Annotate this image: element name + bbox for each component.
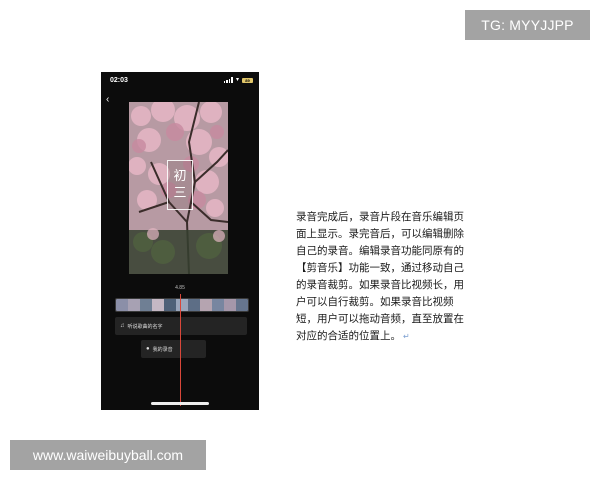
video-filmstrip[interactable] bbox=[115, 298, 249, 312]
music-track[interactable]: ♫ 听说歌曲的名字 bbox=[115, 317, 247, 335]
film-thumbnail bbox=[128, 299, 140, 311]
microphone-icon: ● bbox=[146, 346, 150, 352]
film-thumbnail bbox=[140, 299, 152, 311]
description-line: 短，用户可以拖动音频，直至放置在 bbox=[296, 313, 464, 325]
voice-recording-track[interactable]: ● 我的录音 bbox=[141, 340, 206, 358]
film-thumbnail bbox=[116, 299, 128, 311]
film-thumbnail bbox=[188, 299, 200, 311]
description-line: 户可以自行裁剪。如果录音比视频 bbox=[296, 296, 454, 308]
film-thumbnail bbox=[176, 299, 188, 311]
video-title-card: 初 三 bbox=[167, 160, 193, 210]
wifi-icon: ▾ bbox=[235, 77, 239, 83]
voice-track-label: 我的录音 bbox=[152, 346, 173, 353]
film-thumbnail bbox=[212, 299, 224, 311]
film-thumbnail bbox=[152, 299, 164, 311]
chevron-left-icon[interactable]: ‹ bbox=[106, 94, 114, 106]
phone-screenshot: 02:03 ▾ 89 ‹ 初 三 4.85 ♫ 听说歌曲的名字 ● 我的录音 bbox=[101, 72, 259, 410]
film-thumbnail bbox=[200, 299, 212, 311]
description-line: 面上显示。录完音后，可以编辑删除 bbox=[296, 228, 464, 240]
video-title-char: 三 bbox=[173, 186, 187, 201]
tg-watermark: TG: MYYJJPP bbox=[465, 10, 590, 40]
battery-icon: 89 bbox=[242, 77, 253, 83]
music-track-label: 听说歌曲的名字 bbox=[127, 323, 163, 330]
description-line: 的录音裁剪。如果录音比视频长，用 bbox=[296, 279, 464, 291]
description-line: 【剪音乐】功能一致，通过移动自己 bbox=[296, 262, 464, 274]
status-time: 02:03 bbox=[110, 77, 128, 84]
timeline-playhead[interactable] bbox=[180, 294, 181, 406]
paragraph-mark-icon: ↵ bbox=[403, 332, 410, 341]
description-line: 对应的合适的位置上。 ↵ bbox=[296, 328, 476, 345]
status-bar: 02:03 ▾ 89 bbox=[101, 72, 259, 92]
video-preview[interactable]: 初 三 bbox=[129, 102, 228, 274]
description-text: 录音完成后，录音片段在音乐编辑页 面上显示。录完音后，可以编辑删除 自己的录音。… bbox=[296, 209, 476, 345]
film-thumbnail bbox=[164, 299, 176, 311]
home-indicator[interactable] bbox=[151, 402, 209, 405]
description-line: 录音完成后，录音片段在音乐编辑页 bbox=[296, 211, 464, 223]
signal-icon bbox=[223, 77, 233, 83]
status-icons: ▾ 89 bbox=[223, 77, 253, 83]
description-line-text: 对应的合适的位置上。 bbox=[296, 330, 401, 342]
video-title-char: 初 bbox=[173, 169, 187, 184]
site-watermark: www.waiweibuyball.com bbox=[10, 440, 206, 470]
timeline-duration: 4.85 bbox=[175, 285, 185, 291]
film-thumbnail bbox=[236, 299, 248, 311]
description-line: 自己的录音。编辑录音功能同原有的 bbox=[296, 245, 464, 257]
music-note-icon: ♫ bbox=[120, 323, 125, 329]
film-thumbnail bbox=[224, 299, 236, 311]
